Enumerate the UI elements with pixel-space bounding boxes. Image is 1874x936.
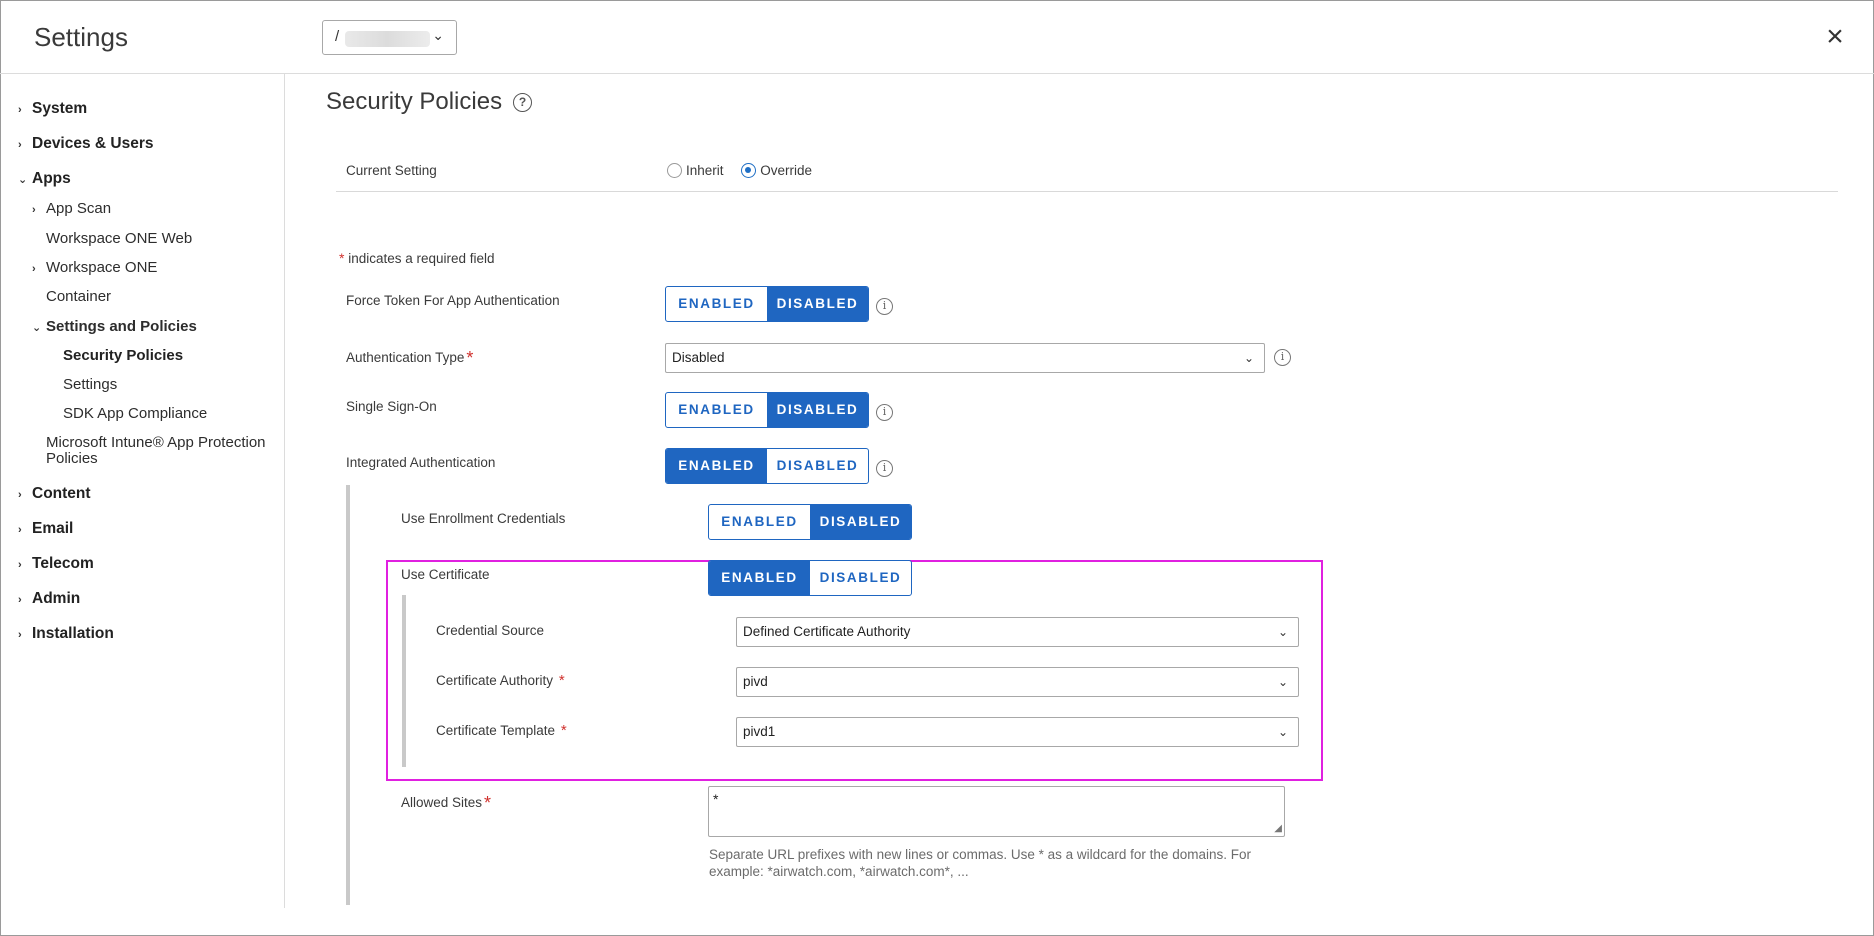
integrated-auth-label: Integrated Authentication	[346, 455, 496, 470]
sidebar-item-workspace-one[interactable]: › Workspace ONE	[32, 259, 157, 276]
sidebar-item-intune-app-protection[interactable]: Microsoft Intune® App Protection Policie…	[46, 434, 266, 467]
current-setting-label: Current Setting	[346, 163, 437, 178]
sidebar-item-devices-users[interactable]: › Devices & Users	[18, 135, 154, 153]
sidebar-item-telecom[interactable]: › Telecom	[18, 555, 94, 573]
disabled-option[interactable]: DISABLED	[767, 393, 868, 427]
auth-type-select[interactable]: Disabled ⌄	[665, 343, 1265, 373]
chevron-right-icon: ›	[18, 139, 22, 151]
chevron-right-icon: ›	[18, 559, 22, 571]
enabled-option[interactable]: ENABLED	[666, 287, 767, 321]
use-certificate-label: Use Certificate	[401, 567, 490, 582]
chevron-right-icon: ›	[18, 489, 22, 501]
organization-selector[interactable]: / ⌄	[322, 20, 457, 55]
chevron-right-icon: ›	[18, 524, 22, 536]
chevron-down-icon: ⌄	[432, 27, 444, 43]
radio-inherit[interactable]: Inherit	[667, 163, 724, 178]
use-certificate-toggle: ENABLED DISABLED	[708, 560, 912, 596]
required-field-note: * indicates a required field	[339, 250, 495, 266]
enrollment-credentials-toggle: ENABLED DISABLED	[708, 504, 912, 540]
info-icon[interactable]: i	[876, 460, 893, 477]
page-title: Security Policies	[326, 88, 503, 115]
allowed-sites-hint: Separate URL prefixes with new lines or …	[709, 847, 1251, 879]
credential-source-label: Credential Source	[436, 623, 545, 638]
sidebar-item-email[interactable]: › Email	[18, 520, 73, 538]
sidebar-item-apps[interactable]: ⌄ Apps	[18, 170, 71, 188]
disabled-option[interactable]: DISABLED	[767, 287, 868, 321]
nested-indent-bar	[402, 595, 406, 767]
main-content: Security Policies	[286, 74, 1874, 908]
enabled-option[interactable]: ENABLED	[709, 561, 810, 595]
sidebar-item-content[interactable]: › Content	[18, 485, 91, 503]
help-icon[interactable]: ?	[513, 93, 532, 112]
sso-toggle: ENABLED DISABLED	[665, 392, 869, 428]
header: Settings / ⌄ ×	[0, 0, 1874, 74]
sso-label: Single Sign-On	[346, 399, 437, 414]
chevron-right-icon: ›	[18, 629, 22, 641]
integrated-auth-toggle: ENABLED DISABLED	[665, 448, 869, 484]
chevron-down-icon: ⌄	[18, 174, 28, 186]
sidebar-item-workspace-one-web[interactable]: Workspace ONE Web	[46, 230, 192, 247]
disabled-option[interactable]: DISABLED	[810, 505, 911, 539]
resize-grip-icon[interactable]: ◢	[1274, 823, 1282, 834]
nested-indent-bar	[346, 485, 350, 905]
info-icon[interactable]: i	[1274, 349, 1291, 366]
sidebar-item-settings[interactable]: Settings	[63, 376, 117, 393]
certificate-template-label: Certificate Template *	[436, 722, 567, 739]
enabled-option[interactable]: ENABLED	[666, 393, 767, 427]
sidebar-item-admin[interactable]: › Admin	[18, 590, 80, 608]
certificate-template-select[interactable]: pivd1 ⌄	[736, 717, 1299, 747]
sidebar-item-settings-and-policies[interactable]: ⌄ Settings and Policies	[32, 318, 197, 335]
org-prefix: /	[335, 28, 340, 45]
credential-source-select[interactable]: Defined Certificate Authority ⌄	[736, 617, 1299, 647]
certificate-authority-label: Certificate Authority *	[436, 672, 565, 689]
app-title: Settings	[34, 22, 128, 52]
chevron-down-icon: ⌄	[1277, 625, 1288, 639]
sidebar-item-sdk-app-compliance[interactable]: SDK App Compliance	[63, 405, 207, 422]
divider	[336, 191, 1838, 192]
sidebar-item-installation[interactable]: › Installation	[18, 625, 114, 643]
force-token-label: Force Token For App Authentication	[346, 293, 560, 308]
chevron-right-icon: ›	[32, 263, 36, 275]
org-name-redacted	[345, 31, 430, 47]
auth-type-label: Authentication Type *	[346, 348, 474, 368]
info-icon[interactable]: i	[876, 298, 893, 315]
enabled-option[interactable]: ENABLED	[666, 449, 767, 483]
sidebar-item-security-policies[interactable]: Security Policies	[63, 347, 183, 364]
radio-button-on	[741, 163, 757, 178]
sidebar: › System › Devices & Users ⌄ Apps › App Scan…	[0, 74, 285, 908]
disabled-option[interactable]: DISABLED	[810, 561, 911, 595]
certificate-authority-select[interactable]: pivd ⌄	[736, 667, 1299, 697]
chevron-down-icon: ⌄	[1243, 351, 1254, 365]
sidebar-item-system[interactable]: › System	[18, 100, 87, 118]
enabled-option[interactable]: ENABLED	[709, 505, 810, 539]
allowed-sites-textarea[interactable]: * ◢	[708, 786, 1285, 837]
chevron-down-icon: ⌄	[1277, 675, 1288, 689]
allowed-sites-label: Allowed Sites *	[401, 793, 492, 813]
chevron-right-icon: ›	[32, 204, 36, 216]
chevron-right-icon: ›	[18, 104, 22, 116]
current-setting-radios: Inherit Override	[667, 163, 812, 178]
chevron-right-icon: ›	[18, 594, 22, 606]
info-icon[interactable]: i	[876, 404, 893, 421]
radio-button-off	[667, 163, 682, 178]
close-icon[interactable]: ×	[1820, 22, 1850, 52]
force-token-toggle: ENABLED DISABLED	[665, 286, 869, 322]
chevron-down-icon: ⌄	[32, 322, 42, 334]
sidebar-item-app-scan[interactable]: › App Scan	[32, 200, 111, 217]
enrollment-credentials-label: Use Enrollment Credentials	[401, 511, 566, 526]
sidebar-item-container[interactable]: Container	[46, 288, 111, 305]
radio-override[interactable]: Override	[741, 163, 812, 178]
disabled-option[interactable]: DISABLED	[767, 449, 868, 483]
chevron-down-icon: ⌄	[1277, 725, 1288, 739]
